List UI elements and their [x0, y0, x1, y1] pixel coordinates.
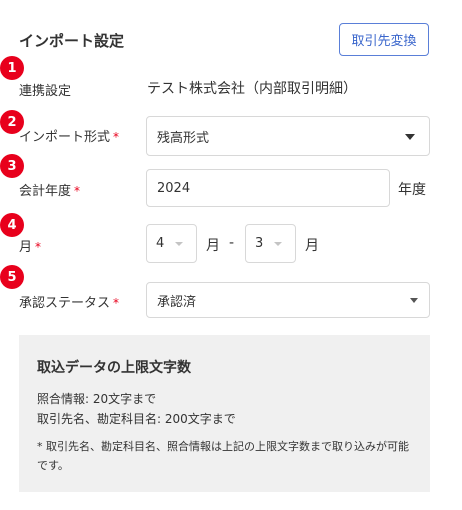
- step-badge-3: 3: [0, 154, 24, 178]
- limit-info-note: * 取引先名、勘定科目名、照合情報は上記の上限文字数まで取り込みが可能です。: [37, 440, 409, 472]
- fiscal-year-input[interactable]: 2024: [146, 169, 390, 207]
- month-to-select[interactable]: 3: [245, 224, 296, 263]
- chevron-down-icon: [175, 242, 183, 246]
- month-label: 月 *: [19, 236, 41, 255]
- month-from-select[interactable]: 4: [146, 224, 197, 263]
- import-format-select[interactable]: 残高形式: [146, 116, 430, 156]
- month-label-text: 月: [19, 240, 33, 255]
- required-mark: *: [35, 240, 42, 254]
- fiscal-year-label-text: 会計年度: [19, 184, 72, 199]
- approval-status-label-text: 承認ステータス: [19, 296, 111, 311]
- required-mark: *: [74, 184, 81, 198]
- limit-info-line-2: 取引先名、勘定科目名: 200文字まで: [37, 412, 236, 426]
- import-format-value: 残高形式: [157, 130, 210, 146]
- approval-status-select[interactable]: 承認済: [146, 282, 430, 318]
- link-setting-value: テスト株式会社（内部取引明細）: [147, 81, 357, 97]
- import-format-label-text: インポート形式: [19, 130, 111, 145]
- approval-status-value: 承認済: [157, 294, 197, 310]
- link-setting-label: 連携設定: [19, 84, 72, 99]
- fiscal-year-label: 会計年度 *: [19, 180, 80, 199]
- month-from-value: 4: [156, 236, 165, 251]
- import-format-label: インポート形式 *: [19, 126, 119, 145]
- chevron-down-icon: [410, 298, 418, 303]
- limit-info-line-1: 照合情報: 20文字まで: [37, 392, 157, 406]
- step-badge-5: 5: [0, 265, 24, 289]
- chevron-down-icon: [274, 242, 282, 246]
- month-to-value: 3: [255, 236, 264, 251]
- step-badge-4: 4: [0, 213, 24, 237]
- limit-info-panel: 取込データの上限文字数 照合情報: 20文字まで 取引先名、勘定科目名: 200…: [19, 335, 430, 492]
- chevron-down-icon: [405, 134, 415, 140]
- required-mark: *: [113, 130, 120, 144]
- month-from-unit: 月: [206, 238, 220, 254]
- required-mark: *: [113, 296, 120, 310]
- switch-partner-button[interactable]: 取引先変換: [339, 23, 429, 56]
- step-badge-1: 1: [0, 56, 24, 80]
- limit-info-title: 取込データの上限文字数: [37, 360, 191, 376]
- fiscal-year-suffix: 年度: [398, 182, 426, 198]
- page-title: インポート設定: [19, 32, 125, 50]
- approval-status-label: 承認ステータス *: [19, 292, 119, 311]
- fiscal-year-value: 2024: [157, 180, 191, 196]
- month-to-unit: 月: [305, 238, 319, 254]
- month-separator: -: [229, 235, 235, 251]
